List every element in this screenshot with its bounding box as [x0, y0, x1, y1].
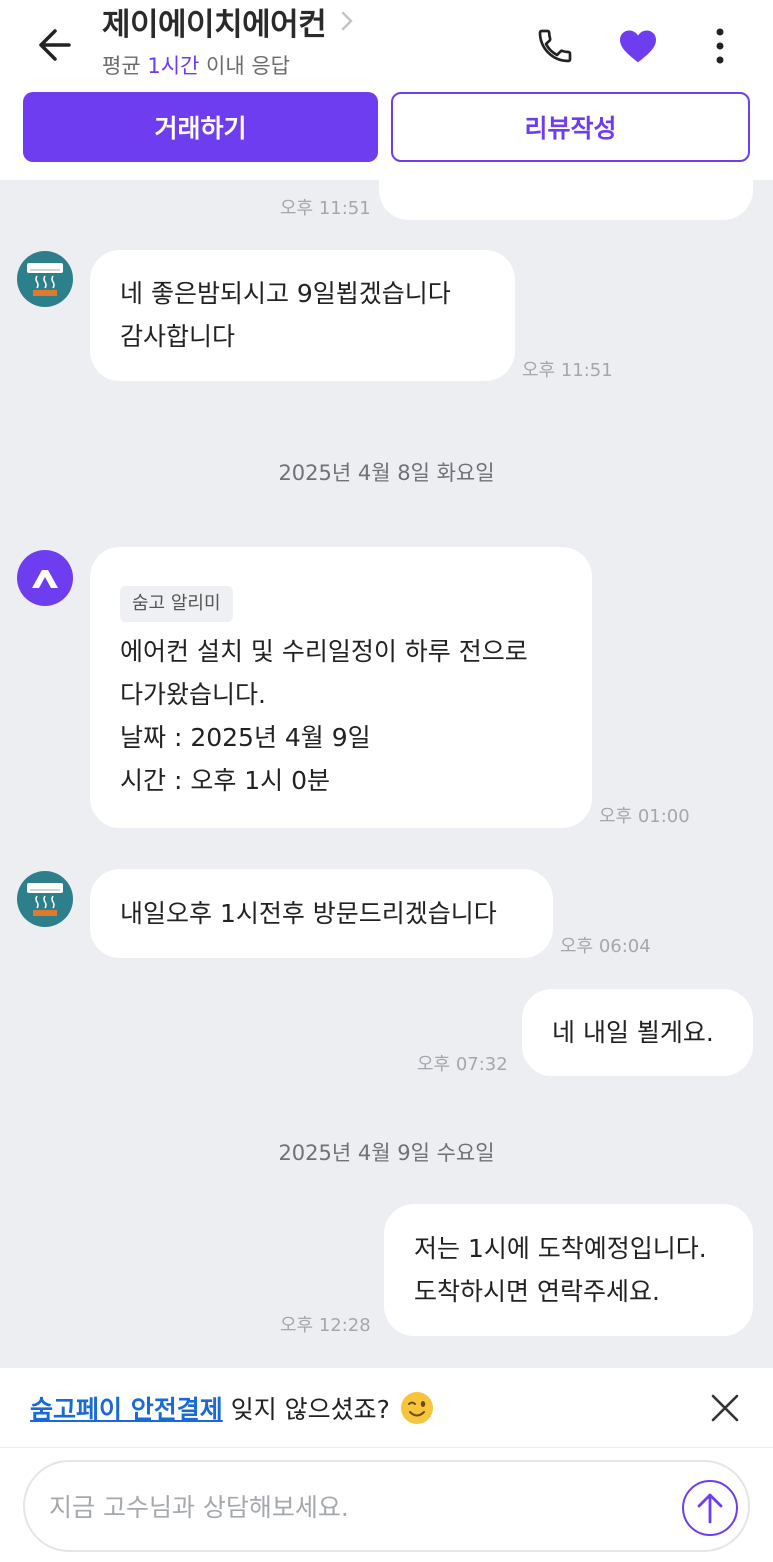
call-button[interactable]	[533, 24, 577, 68]
message-time: 오후 11:51	[522, 360, 613, 381]
wink-emoji-icon	[400, 1391, 434, 1425]
close-banner-button[interactable]	[707, 1390, 743, 1426]
title-area[interactable]: 제이에이치에어컨 평균 1시간 이내 응답	[102, 0, 354, 80]
message-bubble-incoming: 네 좋은밤되시고 9일뵙겠습니다 감사합니다	[90, 250, 515, 381]
avatar[interactable]	[17, 871, 73, 927]
safe-pay-link[interactable]: 숨고페이 안전결제	[30, 1390, 223, 1426]
date-separator: 2025년 4월 8일 화요일	[278, 461, 495, 485]
message-time: 오후 07:32	[417, 1054, 508, 1075]
avatar[interactable]	[17, 251, 73, 307]
favorite-button[interactable]	[616, 24, 660, 68]
message-bubble-notification: 숨고 알리미 에어컨 설치 및 수리일정이 하루 전으로 다가왔습니다. 날짜 …	[90, 547, 592, 828]
notification-tag: 숨고 알리미	[120, 586, 233, 622]
aircon-logo-icon	[27, 883, 63, 916]
chat-header: 제이에이치에어컨 평균 1시간 이내 응답 거래하기 리뷰작성	[0, 0, 773, 180]
send-arrow-icon	[697, 1493, 723, 1524]
avatar[interactable]	[17, 550, 73, 606]
message-bubble-outgoing: 저는 1시에 도착예정입니다. 도착하시면 연락주세요.	[384, 1204, 753, 1336]
back-button[interactable]	[30, 22, 76, 68]
message-input-container[interactable]	[23, 1460, 750, 1552]
review-button[interactable]: 리뷰작성	[391, 92, 750, 162]
more-button[interactable]	[698, 24, 742, 68]
aircon-logo-icon	[27, 263, 63, 296]
more-vertical-icon	[716, 28, 724, 64]
page-title: 제이에이치에어컨	[102, 6, 327, 43]
message-time: 오후 11:51	[280, 198, 371, 219]
message-time: 오후 06:04	[560, 936, 651, 957]
soomgo-logo-icon	[32, 570, 58, 588]
deal-button[interactable]: 거래하기	[23, 92, 378, 162]
message-bubble-outgoing	[379, 180, 753, 220]
heart-icon	[620, 30, 656, 63]
response-time-value: 1시간	[147, 54, 200, 78]
close-icon	[711, 1394, 739, 1422]
chat-area[interactable]: 오후 11:51 네 좋은밤되시고 9일뵙겠습니다 감사합니다 오후 11:51…	[0, 180, 773, 1368]
message-time: 오후 12:28	[280, 1315, 371, 1336]
message-time: 오후 01:00	[599, 806, 690, 827]
response-time: 평균 1시간 이내 응답	[102, 54, 290, 78]
message-input-bar	[0, 1448, 773, 1562]
chevron-right-icon	[340, 10, 354, 32]
date-separator: 2025년 4월 9일 수요일	[278, 1141, 495, 1165]
banner-text: 잊지 않으셨죠?	[230, 1394, 390, 1424]
message-bubble-outgoing: 네 내일 뵐게요.	[522, 989, 753, 1076]
back-arrow-icon	[39, 29, 71, 61]
message-input[interactable]	[49, 1480, 669, 1534]
phone-icon	[538, 29, 572, 63]
send-button[interactable]	[682, 1480, 738, 1536]
safe-pay-banner: 숨고페이 안전결제 잊지 않으셨죠?	[0, 1368, 773, 1448]
message-bubble-incoming: 내일오후 1시전후 방문드리겠습니다	[90, 869, 553, 958]
